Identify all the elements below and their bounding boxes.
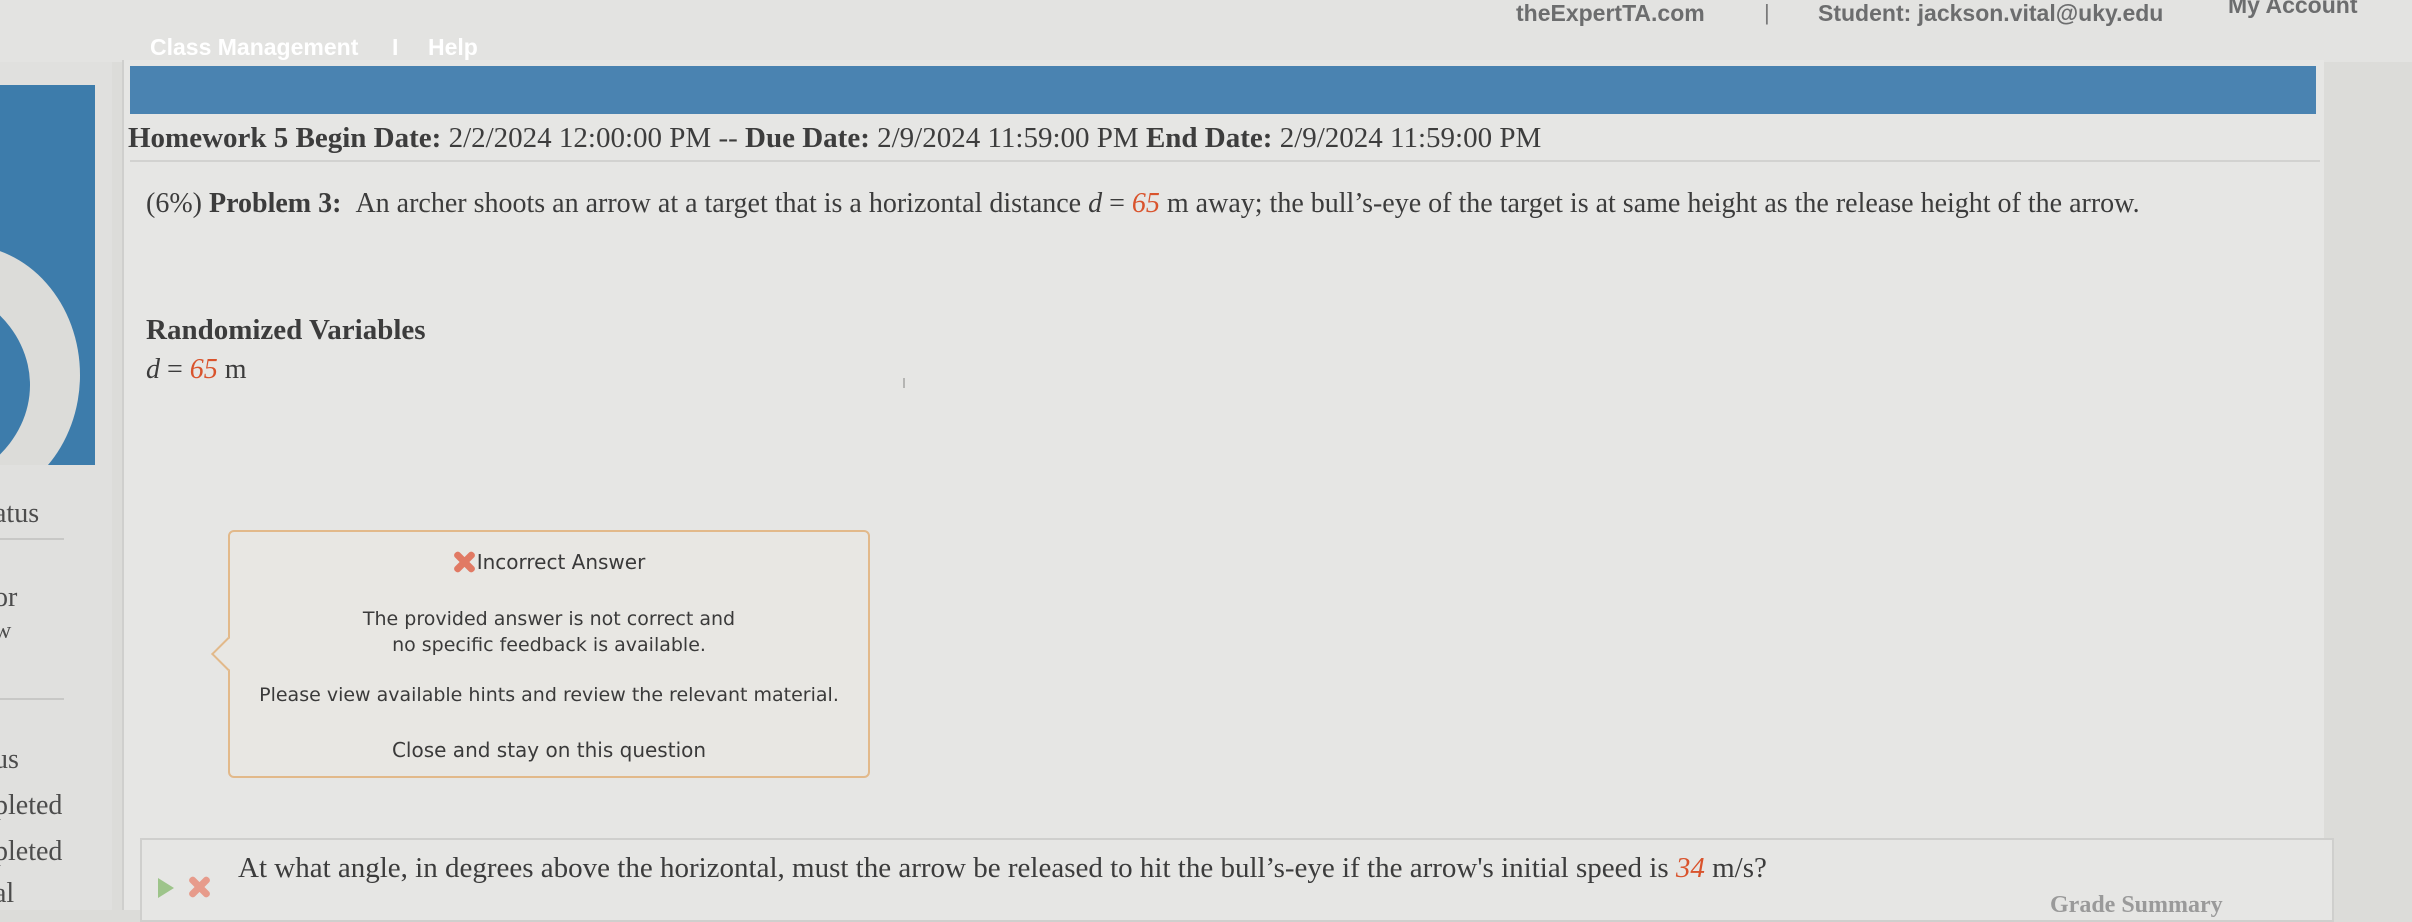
incorrect-answer-popup: Incorrect Answer The provided answer is … (211, 530, 870, 778)
problem-equals: = (1102, 188, 1132, 219)
incorrect-x-icon (188, 876, 210, 898)
incorrect-x-icon (453, 551, 475, 573)
sidebar-item-completed: pleted (0, 836, 63, 867)
sidebar-item-fragment[interactable]: or (0, 582, 17, 614)
top-bar-separator: | (1764, 0, 1770, 25)
homework-title: Homework 5 (128, 122, 289, 154)
problem-variable-name: d (1088, 188, 1103, 219)
randomized-variable-unit: m (217, 354, 247, 385)
problem-label: Problem 3: (208, 188, 342, 219)
site-logo (0, 85, 95, 465)
problem-weight: (6%) (146, 188, 202, 219)
begin-date-value: 2/2/2024 12:00:00 PM (448, 122, 712, 154)
class-management-link[interactable]: Class Management (150, 34, 358, 61)
end-date-label: End Date: (1145, 122, 1273, 154)
header-dash: -- (718, 122, 738, 154)
close-stay-button[interactable]: Close and stay on this question (230, 738, 868, 762)
randomized-variable-row: d = 65 m (146, 354, 247, 386)
problem-text-continued: m away; the bull’s-eye of the target is … (1159, 188, 2140, 219)
sidebar-item-fragment: us (0, 744, 19, 775)
grade-summary-link[interactable]: Grade Summary (2050, 892, 2223, 919)
sidebar-status-heading: atus (0, 498, 40, 529)
question-text: At what angle, in degrees above the hori… (238, 852, 1767, 885)
stray-mark (903, 378, 905, 388)
sidebar-item-fragment[interactable]: w (0, 618, 11, 645)
expand-arrow-icon[interactable] (158, 878, 174, 898)
problem-variable-value: 65 (1131, 188, 1160, 219)
popup-hint-text: Please view available hints and review t… (259, 684, 839, 706)
due-date-value: 2/9/2024 11:59:00 PM (877, 122, 1139, 154)
header-divider (130, 160, 2320, 162)
sidebar-item-completed: pleted (0, 790, 63, 821)
problem-text: An archer shoots an arrow at a target th… (355, 188, 1082, 219)
nav-separator: I (392, 34, 399, 60)
help-link[interactable]: Help (428, 34, 478, 61)
popup-message: The provided answer is not correct and n… (230, 606, 868, 658)
homework-header: Homework 5 Begin Date: 2/2/2024 12:00:00… (128, 122, 1541, 155)
question-text-main: At what angle, in degrees above the hori… (238, 852, 1669, 884)
popup-title-text: Incorrect Answer (476, 550, 646, 574)
site-link[interactable]: theExpertTA.com (1516, 0, 1705, 27)
popup-message-line: no specific feedback is available. (392, 634, 706, 656)
randomized-variable-value: 65 (189, 354, 218, 385)
sidebar-item-fragment: al (0, 878, 15, 909)
my-account-link[interactable]: My Account (2228, 0, 2358, 19)
question-unit: m/s? (1704, 852, 1767, 884)
randomized-variables-title: Randomized Variables (146, 314, 426, 346)
class-nav-bar (130, 66, 2316, 114)
end-date-value: 2/9/2024 11:59:00 PM (1279, 122, 1542, 154)
popup-message-line: The provided answer is not correct and (362, 608, 736, 630)
student-label: Student: jackson.vital@uky.edu (1818, 0, 2164, 26)
problem-statement: (6%) Problem 3: An archer shoots an arro… (146, 180, 2296, 228)
randomized-variable-name: d (146, 354, 160, 385)
randomized-equals: = (160, 354, 190, 385)
popup-title: Incorrect Answer (230, 550, 868, 574)
top-bar: theExpertTA.com | Student: jackson.vital… (0, 0, 2412, 62)
begin-date-label: Begin Date: (295, 122, 442, 154)
question-speed-value: 34 (1675, 852, 1705, 884)
due-date-label: Due Date: (745, 122, 870, 154)
